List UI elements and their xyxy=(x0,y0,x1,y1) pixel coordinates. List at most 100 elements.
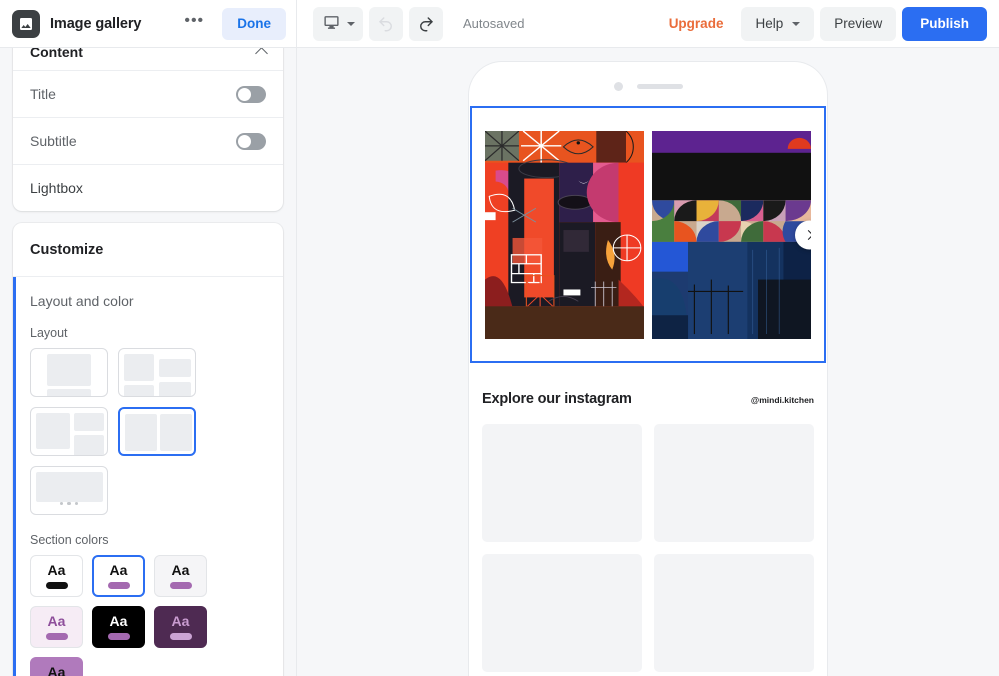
element-header: Image gallery ••• Done xyxy=(0,0,297,48)
speaker-bar-icon xyxy=(636,84,683,89)
phone-frame: Explore our instagram @mindi.kitchen xyxy=(468,61,828,676)
section-colors-label: Section colors xyxy=(30,533,109,547)
content-panel: Content Title Subtitle Lightbox xyxy=(13,48,283,211)
layout-thumb-block xyxy=(160,414,192,451)
layout-thumb-block xyxy=(47,354,91,386)
setting-label-title: Title xyxy=(30,86,56,102)
swatch-white-black[interactable]: Aa xyxy=(30,555,83,597)
done-button[interactable]: Done xyxy=(222,7,286,40)
toggle-knob xyxy=(238,87,251,101)
undo-button[interactable] xyxy=(369,6,403,41)
editor-body: Content Title Subtitle Lightbox Customiz… xyxy=(0,48,999,676)
layout-label: Layout xyxy=(30,326,68,340)
section-color-swatches: Aa Aa Aa Aa Aa Aa Aa xyxy=(30,555,266,676)
swatch-pink-purple[interactable]: Aa xyxy=(30,606,83,648)
swatch-accent-bar xyxy=(107,582,130,589)
publish-button[interactable]: Publish xyxy=(902,6,987,41)
redo-button[interactable] xyxy=(409,6,443,41)
instagram-handle: @mindi.kitchen xyxy=(750,395,814,405)
setting-row-lightbox[interactable]: Lightbox xyxy=(13,164,283,211)
layout-thumb-block xyxy=(159,359,191,377)
instagram-placeholder[interactable] xyxy=(482,424,642,542)
toggle-knob xyxy=(238,134,251,148)
gallery-two-column xyxy=(485,131,811,339)
layout-option-split-stacked[interactable] xyxy=(30,407,108,456)
instagram-placeholder[interactable] xyxy=(482,554,642,672)
setting-row-subtitle[interactable]: Subtitle xyxy=(13,117,283,164)
toggle-subtitle[interactable] xyxy=(236,132,266,150)
swatch-accent-bar xyxy=(107,633,130,640)
phone-notch xyxy=(469,62,827,97)
undo-icon xyxy=(379,16,392,31)
layout-option-carousel[interactable] xyxy=(30,466,108,515)
preview-canvas: Explore our instagram @mindi.kitchen xyxy=(297,48,999,676)
swatch-text-sample: Aa xyxy=(47,613,66,629)
help-button[interactable]: Help xyxy=(741,6,815,41)
desktop-icon xyxy=(323,14,340,34)
artwork-purple-blue-abstract[interactable] xyxy=(652,131,811,339)
swatch-white-purple[interactable]: Aa xyxy=(92,555,145,597)
setting-label-subtitle: Subtitle xyxy=(30,133,77,149)
chevron-right-icon xyxy=(803,230,811,240)
instagram-grid xyxy=(482,424,814,672)
layout-thumb-block xyxy=(74,435,104,455)
upgrade-link[interactable]: Upgrade xyxy=(669,16,724,31)
swatch-mauve-black[interactable]: Aa xyxy=(30,657,83,676)
swatch-offwhite-purple[interactable]: Aa xyxy=(154,555,207,597)
artwork-orange-abstract[interactable] xyxy=(485,131,644,339)
autosave-status: Autosaved xyxy=(463,16,525,31)
help-button-label: Help xyxy=(755,16,784,31)
chevron-up-icon[interactable] xyxy=(255,48,268,60)
layout-thumb-block xyxy=(125,414,157,451)
camera-dot-icon xyxy=(613,82,623,91)
gallery-section-selected[interactable] xyxy=(470,106,826,363)
layout-options xyxy=(30,348,266,515)
customize-panel-title: Customize xyxy=(30,241,104,258)
layout-thumb-block xyxy=(47,389,91,396)
layout-thumb-block xyxy=(124,385,154,396)
instagram-placeholder[interactable] xyxy=(654,424,814,542)
swatch-accent-bar xyxy=(45,582,68,589)
swatch-accent-bar xyxy=(45,633,68,640)
image-icon xyxy=(12,9,40,38)
swatch-text-sample: Aa xyxy=(109,613,128,629)
device-selector-button[interactable] xyxy=(313,6,363,41)
content-panel-header[interactable]: Content xyxy=(13,48,283,70)
preview-button[interactable]: Preview xyxy=(820,6,897,41)
layout-thumb-block xyxy=(74,413,104,431)
instagram-title: Explore our instagram xyxy=(482,391,632,407)
layout-option-mosaic[interactable] xyxy=(118,348,196,397)
swatch-black-purple[interactable]: Aa xyxy=(92,606,145,648)
redo-icon xyxy=(420,16,433,31)
phone-screen: Explore our instagram @mindi.kitchen xyxy=(469,106,827,672)
layout-thumb-block xyxy=(36,413,70,449)
instagram-placeholder[interactable] xyxy=(654,554,814,672)
customize-panel: Customize Layout and color Layout Sectio… xyxy=(13,223,283,676)
layout-and-color-title: Layout and color xyxy=(30,293,134,309)
swatch-accent-bar xyxy=(169,582,192,589)
page-title: Image gallery xyxy=(50,15,142,32)
site-editor: Image gallery ••• Done Autosaved Upgrade… xyxy=(0,0,999,676)
layout-and-color-section: Layout and color Layout Section colors A… xyxy=(13,277,283,676)
top-toolbar: Image gallery ••• Done Autosaved Upgrade… xyxy=(0,0,999,48)
toggle-title[interactable] xyxy=(236,85,266,103)
swatch-darkplum-lilac[interactable]: Aa xyxy=(154,606,207,648)
setting-label-lightbox: Lightbox xyxy=(30,180,83,196)
chevron-down-icon xyxy=(347,21,355,26)
content-panel-title: Content xyxy=(30,48,83,60)
swatch-text-sample: Aa xyxy=(171,562,190,578)
layout-thumb-block xyxy=(124,354,154,381)
swatch-text-sample: Aa xyxy=(47,664,66,676)
layout-option-single-centered[interactable] xyxy=(30,348,108,397)
layout-option-two-column[interactable] xyxy=(118,407,196,456)
settings-sidebar[interactable]: Content Title Subtitle Lightbox Customiz… xyxy=(0,48,297,676)
instagram-section[interactable]: Explore our instagram @mindi.kitchen xyxy=(469,363,827,672)
more-options-button[interactable]: ••• xyxy=(180,10,208,38)
swatch-text-sample: Aa xyxy=(109,562,128,578)
setting-row-title[interactable]: Title xyxy=(13,70,283,117)
swatch-text-sample: Aa xyxy=(171,613,190,629)
instagram-header: Explore our instagram @mindi.kitchen xyxy=(482,391,814,407)
chevron-down-icon xyxy=(792,21,801,26)
swatch-accent-bar xyxy=(169,633,192,640)
editor-toolbar: Autosaved Upgrade Help Preview Publish xyxy=(297,0,999,48)
